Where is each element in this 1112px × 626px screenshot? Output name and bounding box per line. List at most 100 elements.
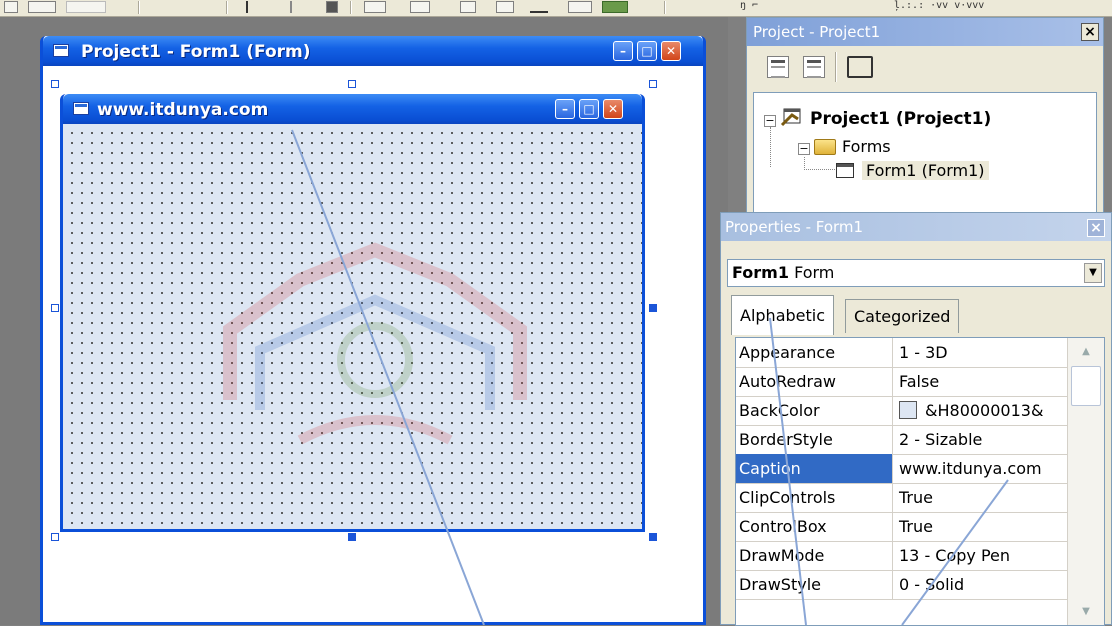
toolbar-button-icon[interactable]: [66, 1, 106, 13]
resize-handle[interactable]: [649, 304, 657, 312]
resize-handle[interactable]: [51, 533, 59, 541]
collapse-icon[interactable]: −: [764, 115, 776, 127]
scroll-up-icon[interactable]: ▲: [1072, 342, 1100, 362]
property-row[interactable]: ControlBox True: [736, 512, 1068, 542]
toolbar-separator: [835, 52, 837, 82]
property-row[interactable]: BackColor &H80000013&: [736, 396, 1068, 426]
tab-categorized[interactable]: Categorized: [845, 299, 960, 333]
form-layout-icon[interactable]: [460, 1, 476, 13]
position-readout: ŋ ⌐: [740, 0, 759, 11]
project-explorer-titlebar[interactable]: Project - Project1: [747, 18, 1103, 46]
form1-caption: www.itdunya.com: [97, 100, 269, 120]
property-name: DrawMode: [736, 541, 893, 570]
project-explorer-icon[interactable]: [364, 1, 386, 13]
project-explorer-title: Project - Project1: [753, 23, 881, 41]
tree-node-form1[interactable]: Form1 (Form1): [862, 161, 989, 180]
toolbox-icon[interactable]: [530, 1, 548, 13]
property-name: ControlBox: [736, 512, 893, 541]
form1-titlebar[interactable]: www.itdunya.com – □ ✕: [63, 94, 642, 124]
resize-handle[interactable]: [51, 304, 59, 312]
toolbar-button-icon[interactable]: [4, 1, 18, 13]
property-grid: Appearance 1 - 3D AutoRedraw False BackC…: [735, 337, 1105, 626]
form-icon: [53, 44, 69, 57]
property-value[interactable]: 13 - Copy Pen: [896, 541, 1068, 570]
object-type: Form: [794, 263, 835, 282]
tree-line: [770, 127, 772, 167]
collapse-icon[interactable]: −: [798, 143, 810, 155]
tree-line: [804, 157, 835, 170]
tree-node-project[interactable]: Project1 (Project1): [810, 109, 991, 129]
form-icon: [73, 102, 89, 115]
property-value[interactable]: False: [896, 367, 1068, 396]
object-name: Form1: [732, 263, 789, 282]
form-designer-titlebar[interactable]: Project1 - Form1 (Form) – □ ✕: [43, 36, 703, 66]
property-row-selected[interactable]: Caption www.itdunya.com: [736, 454, 1068, 484]
data-view-icon[interactable]: [568, 1, 592, 13]
toolbar-separator: [226, 1, 228, 14]
property-row[interactable]: AutoRedraw False: [736, 367, 1068, 397]
resize-handle[interactable]: [348, 533, 356, 541]
toolbar-button-icon[interactable]: [28, 1, 56, 13]
project-explorer-toolbar: [747, 46, 1103, 88]
property-name: BorderStyle: [736, 425, 893, 454]
project-explorer-panel: Project - Project1 × − Project1 (Project…: [746, 17, 1104, 230]
main-toolbar: ŋ ⌐ ļ.:.: ·vv v·vvv: [0, 0, 1112, 17]
folder-icon: [814, 139, 836, 155]
size-readout: ļ.:.: ·vv v·vvv: [894, 0, 985, 11]
property-name: Appearance: [736, 338, 893, 367]
resize-handle[interactable]: [51, 80, 59, 88]
scroll-thumb[interactable]: [1071, 366, 1101, 406]
property-name: DrawStyle: [736, 570, 893, 599]
chevron-down-icon[interactable]: ▼: [1084, 263, 1102, 283]
tab-alphabetic[interactable]: Alphabetic: [731, 295, 835, 335]
object-browser-icon[interactable]: [496, 1, 514, 13]
property-name: AutoRedraw: [736, 367, 893, 396]
maximize-icon[interactable]: □: [579, 99, 599, 119]
properties-panel: Properties - Form1 × Form1 Form ▼ Alphab…: [720, 212, 1112, 626]
stop-icon[interactable]: [326, 1, 338, 13]
properties-title: Properties - Form1: [725, 218, 864, 236]
resize-handle[interactable]: [649, 80, 657, 88]
property-scrollbar[interactable]: ▲ ▼: [1067, 338, 1104, 625]
property-value[interactable]: 2 - Sizable: [896, 425, 1068, 454]
property-row[interactable]: BorderStyle 2 - Sizable: [736, 425, 1068, 455]
maximize-icon[interactable]: □: [637, 41, 657, 61]
scroll-down-icon[interactable]: ▼: [1072, 602, 1100, 622]
property-value[interactable]: 0 - Solid: [896, 570, 1068, 599]
minimize-icon[interactable]: –: [613, 41, 633, 61]
property-value[interactable]: 1 - 3D: [896, 338, 1068, 367]
properties-window-icon[interactable]: [410, 1, 430, 13]
pause-icon[interactable]: [290, 1, 298, 13]
project-tree: − Project1 (Project1) − Forms Form1 (For…: [753, 92, 1097, 230]
property-value-backcolor[interactable]: &H80000013&: [896, 396, 1068, 425]
project-icon: [780, 108, 801, 127]
property-row[interactable]: ClipControls True: [736, 483, 1068, 513]
close-icon[interactable]: ✕: [661, 41, 681, 61]
view-object-icon[interactable]: [803, 56, 825, 78]
properties-titlebar[interactable]: Properties - Form1: [721, 213, 1111, 241]
close-icon[interactable]: ✕: [603, 99, 623, 119]
visual-component-manager-icon[interactable]: [602, 1, 628, 13]
close-icon[interactable]: ×: [1081, 23, 1099, 41]
object-selector[interactable]: Form1 Form ▼: [727, 259, 1105, 287]
toolbar-separator: [664, 1, 666, 14]
property-value[interactable]: www.itdunya.com: [896, 454, 1068, 483]
property-row[interactable]: DrawMode 13 - Copy Pen: [736, 541, 1068, 571]
property-value[interactable]: True: [896, 512, 1068, 541]
view-code-icon[interactable]: [767, 56, 789, 78]
tree-node-forms[interactable]: Forms: [842, 137, 891, 156]
resize-handle[interactable]: [348, 80, 356, 88]
toggle-folders-icon[interactable]: [847, 56, 873, 78]
property-name: BackColor: [736, 396, 893, 425]
property-value-text: &H80000013&: [925, 401, 1044, 420]
property-row[interactable]: DrawStyle 0 - Solid: [736, 570, 1068, 600]
form-designer-title: Project1 - Form1 (Form): [81, 42, 311, 62]
property-value[interactable]: True: [896, 483, 1068, 512]
form-icon: [836, 163, 854, 178]
minimize-icon[interactable]: –: [555, 99, 575, 119]
pointer-icon[interactable]: [246, 1, 258, 13]
close-icon[interactable]: ×: [1087, 219, 1105, 237]
property-name: Caption: [736, 454, 893, 483]
property-row[interactable]: Appearance 1 - 3D: [736, 338, 1068, 368]
resize-handle[interactable]: [649, 533, 657, 541]
